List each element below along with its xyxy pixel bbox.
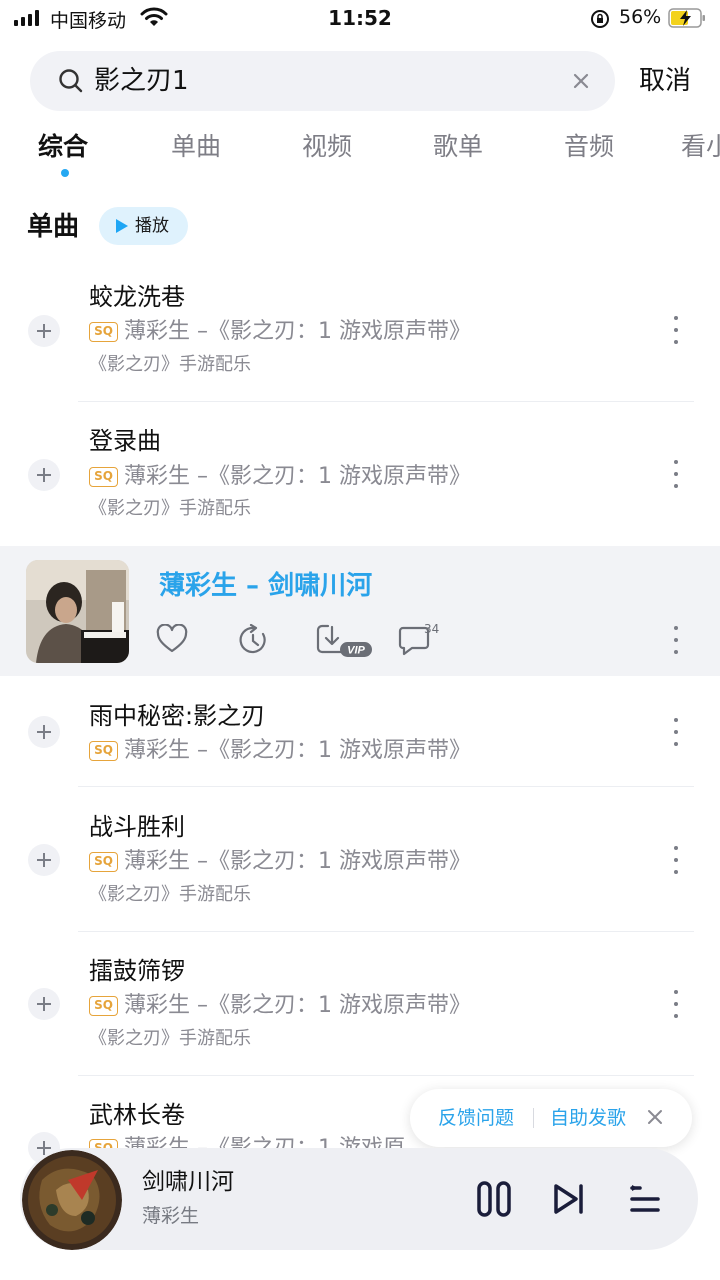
song-meta: SQ 薄彩生 –《影之刃：1 游戏原声带》: [89, 317, 471, 347]
clock: 11:52: [328, 6, 392, 30]
now-playing-title[interactable]: 薄彩生 – 剑啸川河: [159, 568, 372, 604]
orientation-lock-icon: [591, 10, 609, 28]
song-title[interactable]: 雨中秘密:影之刃: [89, 699, 265, 733]
more-options-icon[interactable]: [666, 312, 686, 348]
mini-player[interactable]: 剑啸川河 薄彩生: [20, 1148, 698, 1250]
tab-videos[interactable]: 视频: [302, 128, 352, 166]
next-track-button[interactable]: [552, 1182, 586, 1216]
tab-overview[interactable]: 综合: [38, 128, 88, 166]
vip-badge: VIP: [347, 645, 365, 657]
sq-badge: SQ: [89, 852, 118, 872]
song-title[interactable]: 擂鼓筛锣: [89, 954, 185, 988]
sq-badge: SQ: [89, 467, 118, 487]
tab-playlists[interactable]: 歌单: [433, 128, 483, 166]
add-song-button[interactable]: [28, 716, 60, 748]
more-options-icon[interactable]: [666, 456, 686, 492]
download-vip-icon[interactable]: VIP: [316, 624, 374, 658]
separator: [533, 1108, 534, 1128]
now-playing-row[interactable]: 薄彩生 – 剑啸川河 VIP 34: [0, 546, 720, 676]
report-issue-link[interactable]: 反馈问题: [438, 1104, 514, 1132]
song-artist-album: 薄彩生 –《影之刃：1 游戏原声带》: [124, 464, 471, 489]
player-song-title[interactable]: 剑啸川河: [142, 1166, 234, 1198]
song-subtitle: 《影之刃》手游配乐: [89, 884, 251, 905]
play-icon: [116, 219, 128, 233]
tab-songs[interactable]: 单曲: [171, 128, 221, 166]
divider: [78, 1075, 694, 1076]
battery-icon: [668, 8, 705, 28]
song-subtitle: 《影之刃》手游配乐: [89, 354, 251, 375]
divider: [78, 401, 694, 402]
divider: [78, 931, 694, 932]
playlist-queue-button[interactable]: [628, 1182, 662, 1216]
tab-more[interactable]: 看小: [681, 128, 720, 166]
song-artist-album: 薄彩生 –《影之刃：1 游戏原声带》: [124, 319, 471, 344]
play-all-label: 播放: [135, 216, 169, 236]
song-meta: SQ 薄彩生 –《影之刃：1 游戏原声带》: [89, 847, 471, 877]
sq-badge: SQ: [89, 996, 118, 1016]
add-song-button[interactable]: [28, 844, 60, 876]
add-song-button[interactable]: [28, 315, 60, 347]
more-options-icon[interactable]: [666, 714, 686, 750]
close-icon[interactable]: [646, 1108, 664, 1126]
add-song-button[interactable]: [28, 988, 60, 1020]
add-song-button[interactable]: [28, 459, 60, 491]
song-artist-album: 薄彩生 –《影之刃：1 游戏原声带》: [124, 738, 471, 763]
similar-songs-icon[interactable]: [237, 624, 269, 656]
player-artist: 薄彩生: [142, 1205, 200, 1227]
tab-audio[interactable]: 音频: [564, 128, 614, 166]
song-cover-image: [26, 560, 129, 663]
pause-button[interactable]: [476, 1181, 512, 1217]
song-title[interactable]: 登录曲: [89, 424, 161, 458]
song-artist-album: 薄彩生 –《影之刃：1 游戏原声带》: [124, 849, 471, 874]
song-artist-album: 薄彩生 –《影之刃：1 游戏原声带》: [124, 993, 471, 1018]
cancel-button[interactable]: 取消: [639, 62, 691, 100]
search-input[interactable]: 影之刃1: [94, 63, 189, 99]
song-title[interactable]: 武林长卷: [89, 1098, 185, 1132]
song-subtitle: 《影之刃》手游配乐: [89, 498, 251, 519]
more-options-icon[interactable]: [666, 986, 686, 1022]
clear-search-icon[interactable]: [571, 71, 591, 91]
status-bar: 中国移动 11:52 56%: [0, 0, 720, 38]
section-title: 单曲: [27, 212, 80, 242]
sq-badge: SQ: [89, 322, 118, 342]
search-icon: [59, 69, 83, 93]
song-meta: SQ 薄彩生 –《影之刃：1 游戏原声带》: [89, 462, 471, 492]
song-meta: SQ 薄彩生 –《影之刃：1 游戏原声带》: [89, 991, 471, 1021]
divider: [78, 786, 694, 787]
song-title[interactable]: 蛟龙洗巷: [89, 280, 185, 314]
battery-percent: 56%: [619, 6, 662, 28]
feedback-bubble: 反馈问题 自助发歌: [410, 1089, 692, 1147]
comment-count: 34: [424, 622, 440, 636]
self-upload-link[interactable]: 自助发歌: [550, 1104, 626, 1132]
song-meta: SQ 薄彩生 –《影之刃：1 游戏原声带》: [89, 736, 471, 766]
like-heart-icon[interactable]: [156, 624, 188, 654]
active-tab-indicator: [61, 169, 69, 177]
song-title[interactable]: 战斗胜利: [89, 810, 185, 844]
player-album-art[interactable]: [22, 1150, 122, 1250]
sq-badge: SQ: [89, 741, 118, 761]
more-options-icon[interactable]: [666, 622, 686, 658]
play-all-button[interactable]: 播放: [99, 207, 188, 245]
search-bar[interactable]: 影之刃1: [30, 51, 615, 111]
more-options-icon[interactable]: [666, 842, 686, 878]
song-subtitle: 《影之刃》手游配乐: [89, 1028, 251, 1049]
